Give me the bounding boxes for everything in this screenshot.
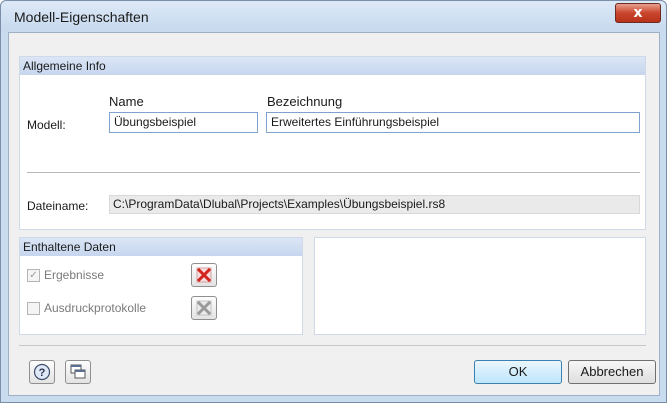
model-description-input[interactable]: Erweitertes Einführungsbeispiel — [266, 112, 640, 133]
close-button[interactable]: x — [615, 3, 661, 23]
model-name-input[interactable]: Übungsbeispiel — [109, 112, 258, 133]
reports-label: Ausdruckprotokolle — [44, 301, 147, 315]
general-info-group: Allgemeine Info Name Bezeichnung Modell:… — [19, 56, 646, 230]
divider — [27, 172, 640, 173]
delete-results-button[interactable] — [191, 263, 217, 287]
empty-panel — [314, 237, 646, 335]
contained-data-group: Enthaltene Daten ✓ Ergebnisse Ausdruckpr… — [19, 237, 303, 335]
svg-text:?: ? — [39, 367, 46, 379]
ok-button[interactable]: OK — [474, 360, 562, 384]
dialog-body: Allgemeine Info Name Bezeichnung Modell:… — [8, 32, 660, 396]
model-row-label: Modell: — [27, 118, 66, 132]
title-bar[interactable]: Modell-Eigenschaften x — [1, 1, 666, 31]
window-title: Modell-Eigenschaften — [14, 9, 149, 25]
results-label: Ergebnisse — [44, 268, 105, 282]
windows-button[interactable] — [65, 360, 91, 384]
windows-icon — [70, 364, 86, 379]
gray-x-delete-icon — [196, 300, 212, 316]
help-button[interactable]: ? — [29, 360, 55, 384]
close-icon: x — [633, 5, 643, 21]
filename-field: C:\ProgramData\Dlubal\Projects\Examples\… — [109, 195, 640, 214]
reports-checkbox[interactable] — [27, 302, 40, 315]
general-info-header: Allgemeine Info — [20, 57, 645, 75]
delete-reports-button[interactable] — [191, 296, 217, 320]
results-checkbox[interactable]: ✓ — [27, 269, 40, 282]
footer-divider — [19, 345, 646, 346]
contained-data-header: Enthaltene Daten — [20, 238, 302, 256]
red-x-delete-icon — [196, 267, 212, 283]
name-column-label: Name — [109, 94, 144, 109]
dialog-window: Modell-Eigenschaften x Allgemeine Info N… — [0, 0, 667, 403]
filename-label: Dateiname: — [27, 199, 89, 213]
cancel-button[interactable]: Abbrechen — [568, 360, 656, 384]
help-icon: ? — [33, 363, 51, 381]
description-column-label: Bezeichnung — [267, 94, 343, 109]
